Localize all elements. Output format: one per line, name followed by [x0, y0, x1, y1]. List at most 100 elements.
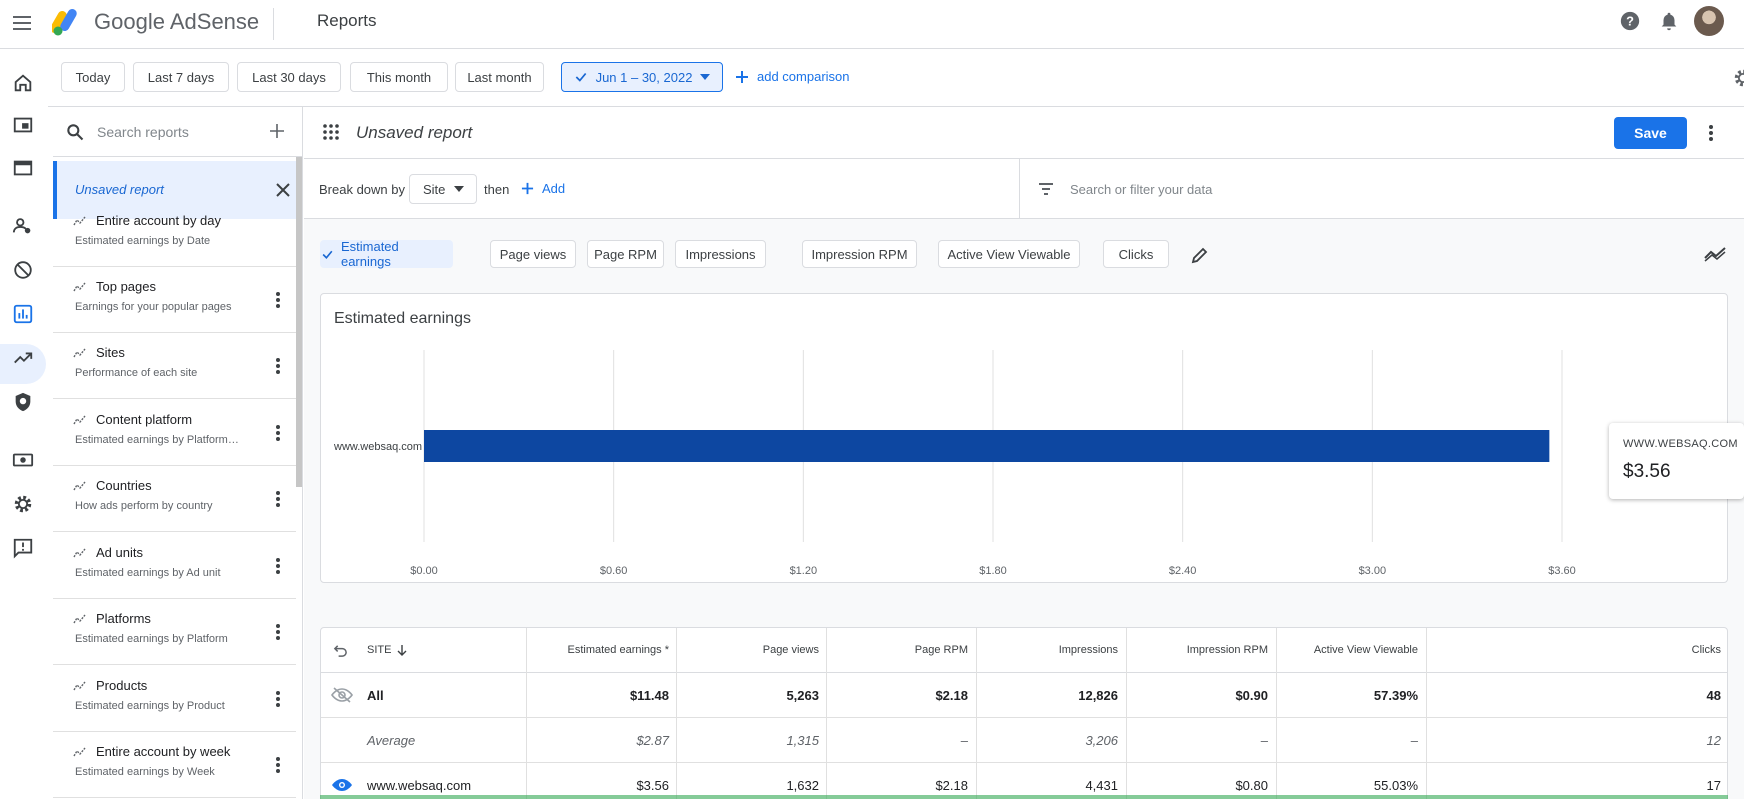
sparkle-icon [73, 415, 86, 425]
sparkle-icon [73, 614, 86, 624]
report-subtitle: Estimated earnings by Platform [75, 633, 228, 645]
metric-chip-impression-rpm[interactable]: Impression RPM [802, 240, 917, 268]
sidebar-item-top-pages[interactable]: Top pages Earnings for your popular page… [53, 267, 296, 333]
date-chip-last-month[interactable]: Last month [455, 62, 544, 92]
date-chip-last-7-days[interactable]: Last 7 days [133, 62, 229, 92]
date-chip-last-30-days[interactable]: Last 30 days [237, 62, 341, 92]
sparkle-icon [73, 282, 86, 292]
sidebar-item-sites[interactable]: Sites Performance of each site [53, 333, 296, 399]
privacy-messaging-icon[interactable] [12, 215, 34, 237]
column-divider [676, 628, 677, 799]
nav-rail [0, 49, 48, 799]
filter-search-input[interactable]: Search or filter your data [1070, 182, 1212, 197]
more-vert-icon[interactable] [275, 756, 281, 774]
more-vert-icon[interactable] [275, 490, 281, 508]
metric-chip-active-view-viewable[interactable]: Active View Viewable [938, 240, 1080, 268]
column-divider [1426, 628, 1427, 799]
sidebar-scrollbar[interactable] [296, 157, 302, 487]
column-divider [1276, 628, 1277, 799]
header-impressions[interactable]: Impressions [977, 628, 1118, 672]
sidebar-item-entire-account-by-week[interactable]: Entire account by week Estimated earning… [53, 732, 296, 798]
header-page-rpm[interactable]: Page RPM [827, 628, 968, 672]
more-vert-icon[interactable] [275, 424, 281, 442]
edit-metrics-pencil-icon[interactable] [1190, 245, 1210, 265]
report-title: Products [96, 678, 148, 693]
date-chip-today[interactable]: Today [61, 62, 125, 92]
more-vert-icon[interactable] [275, 357, 281, 375]
report-name[interactable]: Unsaved report [356, 123, 472, 143]
report-settings-gear-icon[interactable] [1732, 67, 1744, 89]
user-avatar[interactable] [1694, 6, 1724, 36]
breakdown-label: Break down by [319, 182, 405, 197]
more-vert-icon[interactable] [275, 291, 281, 309]
more-vert-icon[interactable] [275, 557, 281, 575]
help-icon[interactable]: ? [1619, 10, 1641, 32]
sites-icon[interactable] [12, 114, 34, 136]
sparkle-icon [73, 548, 86, 558]
add-comparison-link[interactable]: add comparison [735, 69, 850, 84]
add-dimension-button[interactable]: Add [521, 181, 565, 196]
settings-gear-icon[interactable] [12, 493, 34, 515]
report-header: Unsaved report Save [304, 107, 1744, 159]
metric-chip-estimated-earnings[interactable]: Estimated earnings [320, 239, 453, 269]
metric-chip-clicks[interactable]: Clicks [1103, 240, 1169, 268]
payments-icon[interactable] [12, 449, 34, 471]
sidebar-item-entire-account-by-day[interactable]: Entire account by day Estimated earnings… [53, 201, 296, 267]
home-icon[interactable] [12, 72, 34, 94]
x-tick-label: $3.00 [1359, 565, 1387, 577]
header-active-view-viewable[interactable]: Active View Viewable [1277, 628, 1418, 672]
sidebar-item-ad-units[interactable]: Ad units Estimated earnings by Ad unit [53, 533, 296, 599]
save-button[interactable]: Save [1614, 117, 1687, 149]
chart-type-icon[interactable] [1704, 245, 1726, 263]
plus-icon [736, 70, 748, 83]
optimization-icon[interactable] [12, 347, 34, 369]
header-impression-rpm[interactable]: Impression RPM [1127, 628, 1268, 672]
main-menu-icon[interactable] [13, 12, 35, 34]
table-row-all: All $11.48 5,263 $2.18 12,826 $0.90 57.3… [321, 673, 1727, 718]
breakdown-dimension-select[interactable]: Site [409, 174, 477, 204]
more-vert-icon[interactable] [275, 623, 281, 641]
hidden-eye-icon[interactable] [331, 673, 355, 717]
notifications-bell-icon[interactable] [1658, 10, 1680, 32]
add-comparison-label: add comparison [757, 69, 850, 84]
tooltip-value: $3.56 [1623, 461, 1671, 482]
header-site[interactable]: SITE [367, 628, 517, 672]
metric-chips: Estimated earnings Page views Page RPM I… [304, 219, 1744, 287]
undo-icon[interactable] [333, 628, 353, 672]
sidebar-item-products[interactable]: Products Estimated earnings by Product [53, 666, 296, 732]
date-chip-this-month[interactable]: This month [350, 62, 448, 92]
reports-sidebar: Search reports Unsaved report Entire acc… [53, 107, 303, 799]
header-clicks[interactable]: Clicks [1427, 628, 1721, 672]
table-cell: $2.18 [935, 687, 968, 703]
more-vert-icon[interactable] [275, 690, 281, 708]
x-tick-label: $3.60 [1548, 565, 1576, 577]
more-vert-icon[interactable] [1708, 124, 1714, 142]
site-cell[interactable]: www.websaq.com [367, 763, 517, 799]
date-range-bar: Today Last 7 days Last 30 days This mont… [48, 49, 1744, 107]
divider [1019, 159, 1020, 219]
search-reports-input[interactable]: Search reports [97, 124, 189, 140]
feedback-icon[interactable] [12, 537, 34, 559]
metric-chip-page-views[interactable]: Page views [490, 240, 576, 268]
close-icon[interactable] [273, 180, 293, 200]
reports-icon[interactable] [12, 303, 34, 325]
date-chip-custom-range[interactable]: Jun 1 – 30, 2022 [561, 62, 723, 92]
sparkle-icon [73, 481, 86, 491]
header-estimated-earnings[interactable]: Estimated earnings * [527, 628, 670, 672]
report-table: SITE Estimated earnings * Page views Pag… [320, 627, 1728, 799]
ads-icon[interactable] [12, 157, 34, 179]
sidebar-item-countries[interactable]: Countries How ads perform by country [53, 466, 296, 532]
y-category-label: www.websaq.com [333, 441, 422, 453]
blocking-controls-icon[interactable] [12, 259, 34, 281]
bottom-highlight [320, 795, 1728, 799]
sidebar-item-content-platform[interactable]: Content platform Estimated earnings by P… [53, 400, 296, 466]
sidebar-item-platforms[interactable]: Platforms Estimated earnings by Platform [53, 599, 296, 665]
brand-safety-icon[interactable] [12, 391, 34, 413]
apps-grid-icon[interactable] [323, 124, 339, 140]
header-page-views[interactable]: Page views [677, 628, 819, 672]
new-report-plus-icon[interactable] [266, 120, 288, 142]
metric-chip-impressions[interactable]: Impressions [675, 240, 766, 268]
metric-chip-page-rpm[interactable]: Page RPM [587, 240, 664, 268]
report-subtitle: Estimated earnings by Ad unit [75, 567, 221, 579]
visible-eye-icon[interactable] [331, 763, 355, 799]
